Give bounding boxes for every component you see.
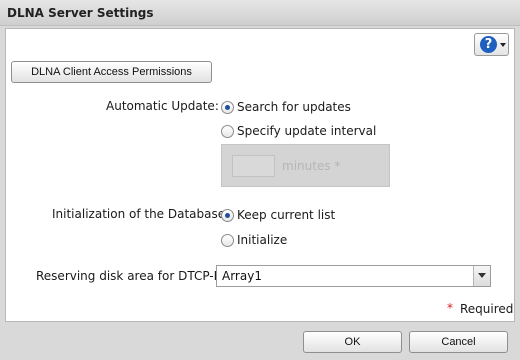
dtcp-ip-disk-area-select[interactable]: Array1: [216, 265, 491, 287]
search-for-updates-label[interactable]: Search for updates: [237, 100, 351, 114]
chevron-down-icon: [500, 43, 506, 47]
minutes-unit-label: minutes *: [282, 159, 341, 173]
help-button[interactable]: ?: [474, 33, 509, 56]
database-initialization-label: Initialization of the Database:: [52, 207, 230, 221]
help-question-icon: ?: [480, 36, 497, 53]
required-label: Required: [460, 302, 514, 316]
radio-keep-current-list[interactable]: [221, 209, 234, 222]
specify-update-interval-label[interactable]: Specify update interval: [237, 124, 376, 138]
automatic-update-label: Automatic Update:: [106, 99, 219, 113]
radio-specify-update-interval[interactable]: [221, 125, 234, 138]
update-interval-group: minutes *: [221, 144, 390, 187]
update-interval-minutes-input[interactable]: [232, 155, 275, 177]
radio-initialize[interactable]: [221, 234, 234, 247]
initialize-label[interactable]: Initialize: [237, 233, 287, 247]
dtcp-ip-selected-value: Array1: [222, 269, 262, 283]
required-asterisk: *: [447, 301, 453, 315]
dialog-titlebar: DLNA Server Settings: [0, 0, 520, 26]
dtcp-ip-disk-area-label: Reserving disk area for DTCP-IP:: [36, 269, 229, 283]
dlna-client-access-permissions-button[interactable]: DLNA Client Access Permissions: [11, 61, 212, 83]
chevron-down-icon: [473, 266, 490, 286]
keep-current-list-label[interactable]: Keep current list: [237, 208, 335, 222]
dialog-title: DLNA Server Settings: [7, 6, 154, 20]
cancel-button[interactable]: Cancel: [409, 331, 508, 353]
dlna-server-settings-dialog: DLNA Server Settings ? DLNA Client Acces…: [0, 0, 520, 360]
radio-search-for-updates[interactable]: [221, 101, 234, 114]
ok-button[interactable]: OK: [303, 331, 402, 353]
